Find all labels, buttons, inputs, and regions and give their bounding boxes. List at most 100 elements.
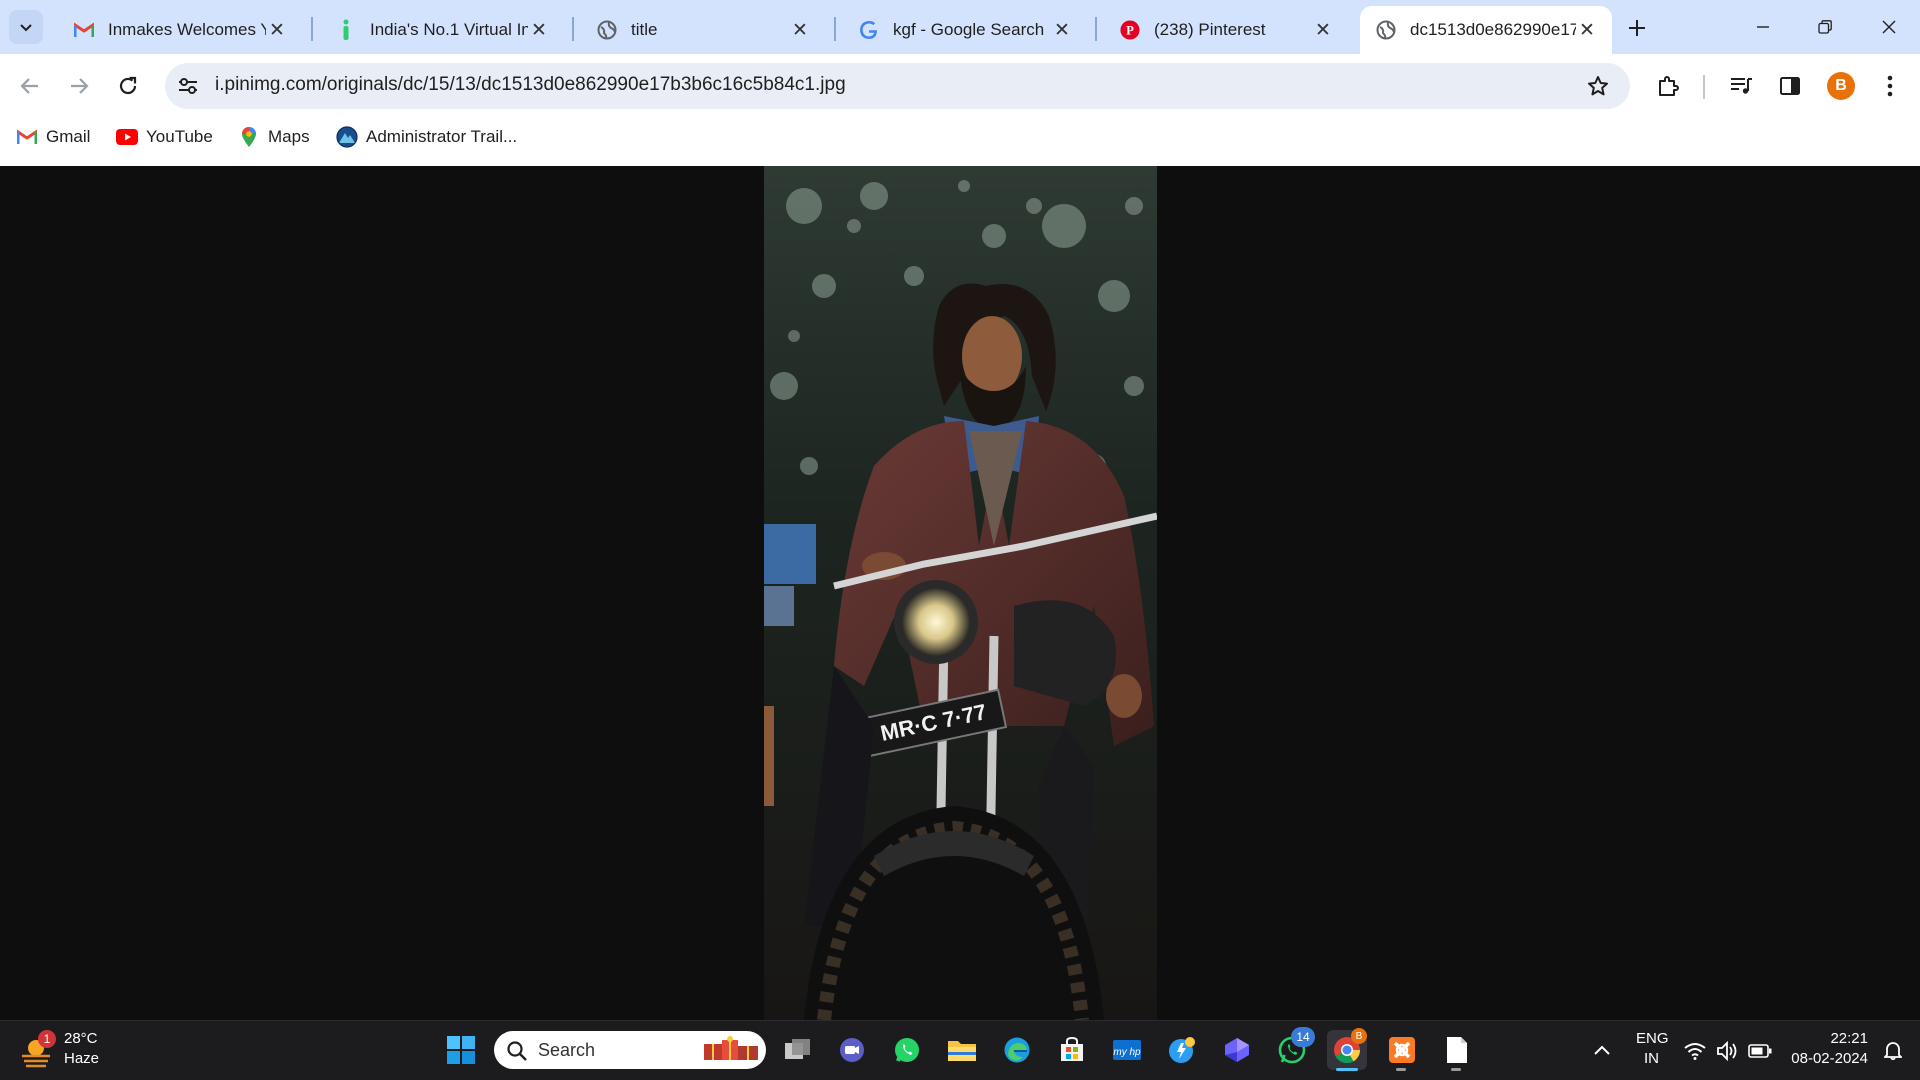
show-hidden-icons-button[interactable] <box>1582 1030 1622 1070</box>
site-info-button[interactable] <box>176 75 200 97</box>
taskbar-copilot[interactable] <box>1217 1030 1257 1070</box>
svg-text:P: P <box>1126 24 1134 38</box>
bookmark-admin-trail[interactable]: Administrator Trail... <box>336 124 517 150</box>
google-icon <box>859 20 879 40</box>
motorcycle-rider-photo: MR·C 7·77 <box>764 166 1157 1020</box>
taskbar-meet[interactable] <box>832 1030 872 1070</box>
taskbar-file-explorer[interactable] <box>942 1030 982 1070</box>
weather-alert-badge: 1 <box>38 1030 56 1048</box>
new-tab-button[interactable] <box>1621 12 1653 44</box>
volume-icon <box>1717 1041 1737 1061</box>
tab-search-button[interactable] <box>9 10 43 44</box>
bookmark-gmail[interactable]: Gmail <box>16 124 90 150</box>
close-icon[interactable]: ✕ <box>1312 19 1334 41</box>
back-button[interactable] <box>11 67 49 105</box>
taskbar-xampp[interactable] <box>1382 1030 1422 1070</box>
displayed-image[interactable]: MR·C 7·77 <box>764 166 1157 1020</box>
side-panel-button[interactable] <box>1771 67 1809 105</box>
weather-widget[interactable]: 1 28°C Haze <box>18 1030 128 1074</box>
bookmark-label: Maps <box>268 127 310 146</box>
close-icon[interactable]: ✕ <box>528 19 550 41</box>
wifi-icon <box>1684 1043 1706 1060</box>
running-app-indicator <box>1396 1068 1406 1071</box>
url-text[interactable]: i.pinimg.com/originals/dc/15/13/dc1513d0… <box>215 74 846 96</box>
admin-trail-icon <box>336 126 358 148</box>
close-icon[interactable]: ✕ <box>266 19 288 41</box>
tab-active-image[interactable]: dc1513d0e862990e17b3b6c16c5b84c1.jpg ✕ <box>1360 6 1612 54</box>
maps-icon <box>238 126 260 148</box>
input-language-indicator[interactable]: ENG IN <box>1626 1030 1676 1072</box>
whatsapp-icon <box>895 1038 919 1062</box>
close-window-button[interactable] <box>1859 7 1919 47</box>
restore-icon <box>1818 20 1832 34</box>
pinterest-icon: P <box>1120 20 1140 40</box>
tab-title: India's No.1 Virtual Internship <box>370 20 528 39</box>
puzzle-icon <box>1659 76 1679 96</box>
tab-title: Inmakes Welcomes You <box>108 20 266 39</box>
reload-icon <box>119 76 137 95</box>
browser-menu-button[interactable] <box>1871 67 1909 105</box>
bookmark-youtube[interactable]: YouTube <box>116 124 213 150</box>
notification-center-button[interactable] <box>1873 1030 1913 1070</box>
tab-internship[interactable]: India's No.1 Virtual Internship ✕ <box>320 6 564 54</box>
bookmark-maps[interactable]: Maps <box>238 124 310 150</box>
active-app-indicator <box>1336 1068 1358 1071</box>
start-button[interactable] <box>441 1030 481 1070</box>
minimize-icon <box>1757 26 1769 28</box>
taskbar-edge[interactable] <box>997 1030 1037 1070</box>
tab-title-page[interactable]: title ✕ <box>581 6 825 54</box>
tab-title: kgf - Google Search <box>893 20 1045 39</box>
clock[interactable]: 22:21 08-02-2024 <box>1782 1030 1872 1074</box>
profile-avatar[interactable]: B <box>1827 72 1855 100</box>
taskbar-hp-support[interactable] <box>1162 1030 1202 1070</box>
weather-condition: Haze <box>64 1050 100 1067</box>
myhp-icon: my hp <box>1113 1040 1141 1060</box>
gmail-icon <box>16 126 38 148</box>
clock-time: 22:21 <box>1830 1030 1868 1047</box>
taskbar-notepad[interactable] <box>1437 1030 1477 1070</box>
bookmark-label: Gmail <box>46 127 91 146</box>
video-call-icon <box>840 1038 864 1062</box>
youtube-icon <box>116 126 138 148</box>
tab-title: (238) Pinterest <box>1154 20 1266 39</box>
tab-pinterest[interactable]: P (238) Pinterest ✕ <box>1104 6 1348 54</box>
bookmark-label: YouTube <box>146 127 213 146</box>
windows-logo-icon <box>447 1036 475 1064</box>
system-tray-status[interactable] <box>1684 1038 1794 1064</box>
hp-support-icon <box>1169 1037 1195 1063</box>
edge-icon <box>1004 1037 1030 1063</box>
bookmark-label: Administrator Trail... <box>366 127 518 146</box>
taskbar-search-placeholder: Search <box>538 1040 596 1060</box>
close-icon[interactable]: ✕ <box>1051 19 1073 41</box>
taskbar-whatsapp-desktop[interactable] <box>887 1030 927 1070</box>
more-vert-icon <box>1887 75 1893 97</box>
media-controls-button[interactable] <box>1722 67 1760 105</box>
tune-icon <box>179 78 197 94</box>
taskbar-task-view[interactable] <box>778 1030 818 1070</box>
side-panel-icon <box>1780 77 1800 95</box>
copilot-icon <box>1225 1038 1249 1062</box>
tab-title: dc1513d0e862990e17b3b6c16c5b84c1.jpg <box>1410 20 1576 39</box>
restore-button[interactable] <box>1795 7 1855 47</box>
reload-button[interactable] <box>109 67 147 105</box>
arrow-left-icon <box>20 78 38 94</box>
battery-icon <box>1748 1044 1772 1058</box>
chevron-up-icon <box>1594 1045 1610 1055</box>
star-icon <box>1588 76 1608 96</box>
chevron-down-icon <box>20 24 32 32</box>
tab-separator <box>311 17 313 41</box>
bookmark-star-button[interactable] <box>1579 67 1617 105</box>
close-icon[interactable]: ✕ <box>789 19 811 41</box>
tab-inmakes[interactable]: Inmakes Welcomes You ✕ <box>58 6 302 54</box>
minimize-button[interactable] <box>1733 7 1793 47</box>
store-icon <box>1061 1036 1083 1061</box>
taskbar-myhp[interactable]: my hp <box>1107 1030 1147 1070</box>
close-icon[interactable]: ✕ <box>1576 19 1598 41</box>
extensions-button[interactable] <box>1649 67 1687 105</box>
tab-google-search[interactable]: kgf - Google Search ✕ <box>843 6 1087 54</box>
forward-button[interactable] <box>60 67 98 105</box>
close-icon <box>1882 20 1896 34</box>
plus-icon <box>1629 20 1645 36</box>
search-icon <box>506 1040 528 1062</box>
taskbar-microsoft-store[interactable] <box>1052 1030 1092 1070</box>
